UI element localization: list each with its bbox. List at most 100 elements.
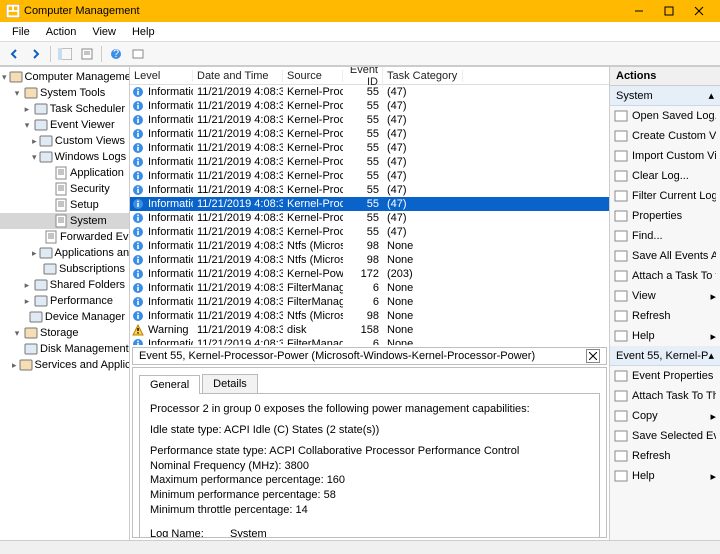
event-row[interactable]: Information11/21/2019 4:08:37 PMKernel-P… xyxy=(130,225,609,239)
event-row[interactable]: Information11/21/2019 4:08:38 PMKernel-P… xyxy=(130,99,609,113)
show-hide-tree-button[interactable] xyxy=(55,45,75,63)
tab-general[interactable]: General xyxy=(139,375,200,394)
detail-line: Nominal Frequency (MHz): 3800 xyxy=(150,459,589,474)
tree-label: Applications and Services Logs xyxy=(55,247,130,259)
tree-event-viewer[interactable]: ▾Event Viewer xyxy=(0,117,129,133)
tree-system-tools[interactable]: ▾System Tools xyxy=(0,85,129,101)
event-row[interactable]: Information11/21/2019 4:08:37 PMKernel-P… xyxy=(130,183,609,197)
event-row[interactable]: Warning11/21/2019 4:08:36 PMdisk158None xyxy=(130,323,609,337)
col-source[interactable]: Source xyxy=(283,70,343,82)
twisty-icon[interactable]: ▾ xyxy=(22,120,32,131)
action-item[interactable]: Filter Current Log... xyxy=(610,186,720,206)
minimize-button[interactable] xyxy=(624,0,654,22)
event-row[interactable]: Information11/21/2019 4:08:36 PMNtfs (Mi… xyxy=(130,309,609,323)
tree-services-apps[interactable]: ▸Services and Applications xyxy=(0,357,129,373)
event-row[interactable]: Information11/21/2019 4:08:37 PMFilterMa… xyxy=(130,281,609,295)
event-row[interactable]: Information11/21/2019 4:08:37 PMFilterMa… xyxy=(130,295,609,309)
action-item[interactable]: Event Properties xyxy=(610,366,720,386)
twisty-icon[interactable]: ▸ xyxy=(22,104,32,115)
forward-button[interactable] xyxy=(26,45,46,63)
tree-windows-logs[interactable]: ▾Windows Logs xyxy=(0,149,129,165)
tree-root[interactable]: ▾Computer Management (Local) xyxy=(0,69,129,85)
menu-file[interactable]: File xyxy=(4,24,38,40)
twisty-icon[interactable]: ▸ xyxy=(32,136,37,147)
back-button[interactable] xyxy=(4,45,24,63)
tree-log-forwarded[interactable]: Forwarded Events xyxy=(0,229,129,245)
event-row[interactable]: Information11/21/2019 4:08:37 PMKernel-P… xyxy=(130,197,609,211)
tree-apps-services-logs[interactable]: ▸ Applications and Services Logs xyxy=(0,245,129,261)
twisty-icon[interactable]: ▸ xyxy=(22,280,32,291)
twisty-icon[interactable]: ▾ xyxy=(32,152,37,163)
event-row[interactable]: Information11/21/2019 4:08:38 PMKernel-P… xyxy=(130,85,609,99)
tree-shared-folders[interactable]: ▸Shared Folders xyxy=(0,277,129,293)
twisty-icon[interactable]: ▾ xyxy=(2,72,7,83)
action-item[interactable]: View▸ xyxy=(610,286,720,306)
tree-log-security[interactable]: Security xyxy=(0,181,129,197)
action-item[interactable]: Help▸ xyxy=(610,466,720,486)
col-level[interactable]: Level xyxy=(130,70,193,82)
tree-task-scheduler[interactable]: ▸Task Scheduler xyxy=(0,101,129,117)
action-item[interactable]: Properties xyxy=(610,206,720,226)
action-item[interactable]: Find... xyxy=(610,226,720,246)
twisty-icon[interactable]: ▸ xyxy=(32,248,37,259)
tree-log-application[interactable]: Application xyxy=(0,165,129,181)
event-row[interactable]: Information11/21/2019 4:08:38 PMKernel-P… xyxy=(130,155,609,169)
action-item[interactable]: Save Selected Events... xyxy=(610,426,720,446)
event-row[interactable]: Information11/21/2019 4:08:37 PMKernel-P… xyxy=(130,211,609,225)
twisty-icon[interactable]: ▸ xyxy=(22,296,32,307)
help-button[interactable]: ? xyxy=(106,45,126,63)
tree-log-setup[interactable]: Setup xyxy=(0,197,129,213)
action-item[interactable]: Save All Events As... xyxy=(610,246,720,266)
twisty-icon[interactable]: ▸ xyxy=(12,360,17,371)
action-item[interactable]: Attach a Task To this Log... xyxy=(610,266,720,286)
event-row[interactable]: Information11/21/2019 4:08:38 PMKernel-P… xyxy=(130,113,609,127)
menu-view[interactable]: View xyxy=(84,24,124,40)
action-label: Help xyxy=(632,470,706,482)
tree-device-manager[interactable]: Device Manager xyxy=(0,309,129,325)
tree-subscriptions[interactable]: Subscriptions xyxy=(0,261,129,277)
cell-datetime: 11/21/2019 4:08:37 PM xyxy=(193,170,283,182)
action-item[interactable]: Refresh xyxy=(610,446,720,466)
tree-log-system[interactable]: System xyxy=(0,213,129,229)
action-item[interactable]: Import Custom View... xyxy=(610,146,720,166)
col-datetime[interactable]: Date and Time xyxy=(193,70,283,82)
tab-details[interactable]: Details xyxy=(202,374,258,393)
collapse-icon[interactable]: ▴ xyxy=(708,349,714,362)
tree-label: System xyxy=(70,215,107,227)
action-item[interactable]: Attach Task To This Eve... xyxy=(610,386,720,406)
toolbar-extra-button[interactable] xyxy=(128,45,148,63)
event-grid[interactable]: Information11/21/2019 4:08:38 PMKernel-P… xyxy=(130,85,609,345)
action-item[interactable]: Open Saved Log... xyxy=(610,106,720,126)
menu-action[interactable]: Action xyxy=(38,24,85,40)
tree-performance[interactable]: ▸Performance xyxy=(0,293,129,309)
twisty-icon[interactable]: ▾ xyxy=(12,88,22,99)
event-row[interactable]: Information11/21/2019 4:08:37 PMKernel-P… xyxy=(130,169,609,183)
menu-help[interactable]: Help xyxy=(124,24,163,40)
col-taskcategory[interactable]: Task Category xyxy=(383,70,463,82)
event-row[interactable]: Information11/21/2019 4:08:38 PMKernel-P… xyxy=(130,141,609,155)
action-item[interactable]: Help▸ xyxy=(610,326,720,346)
action-item[interactable]: Copy▸ xyxy=(610,406,720,426)
cell-datetime: 11/21/2019 4:08:36 PM xyxy=(193,310,283,322)
properties-button[interactable] xyxy=(77,45,97,63)
event-row[interactable]: Information11/21/2019 4:08:37 PMNtfs (Mi… xyxy=(130,239,609,253)
tree-custom-views[interactable]: ▸Custom Views xyxy=(0,133,129,149)
cell-datetime: 11/21/2019 4:08:37 PM xyxy=(193,296,283,308)
detail-close-button[interactable] xyxy=(586,349,600,363)
action-item[interactable]: Clear Log... xyxy=(610,166,720,186)
maximize-button[interactable] xyxy=(654,0,684,22)
event-row[interactable]: Information11/21/2019 4:08:37 PMKernel-P… xyxy=(130,267,609,281)
action-item[interactable]: Create Custom View... xyxy=(610,126,720,146)
close-button[interactable] xyxy=(684,0,714,22)
event-row[interactable]: Information11/21/2019 4:08:37 PMNtfs (Mi… xyxy=(130,253,609,267)
twisty-icon[interactable]: ▾ xyxy=(12,328,22,339)
bottom-scroll-strip[interactable] xyxy=(0,540,720,554)
event-row[interactable]: Information11/21/2019 4:08:38 PMKernel-P… xyxy=(130,127,609,141)
cell-taskcategory: None xyxy=(383,338,463,345)
event-row[interactable]: Information11/21/2019 4:08:36 PMFilterMa… xyxy=(130,337,609,345)
action-item[interactable]: Refresh xyxy=(610,306,720,326)
tree-disk-management[interactable]: Disk Management xyxy=(0,341,129,357)
nav-tree[interactable]: ▾Computer Management (Local)▾System Tool… xyxy=(0,67,130,540)
tree-storage[interactable]: ▾Storage xyxy=(0,325,129,341)
collapse-icon[interactable]: ▴ xyxy=(708,89,714,102)
